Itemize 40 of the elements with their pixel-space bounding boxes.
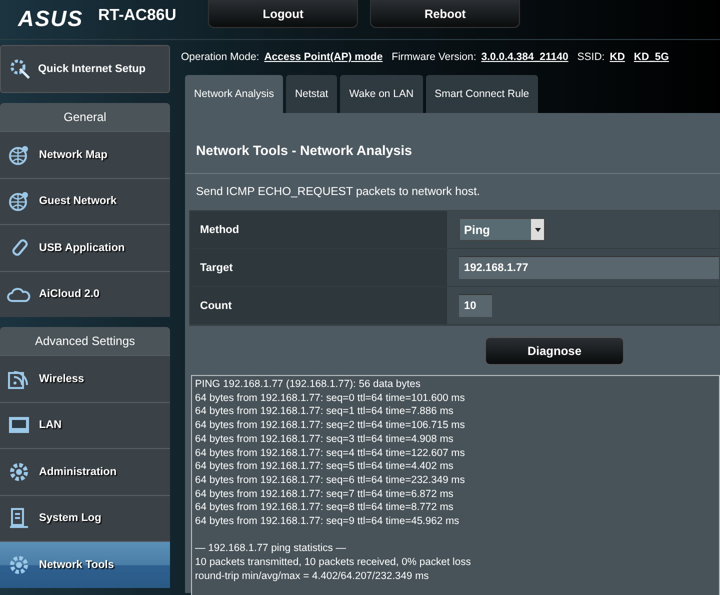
tab[interactable]: Wake on LAN	[340, 75, 423, 113]
model-name: RT-AC86U	[98, 7, 178, 25]
sidebar-item[interactable]: Guest Network	[0, 178, 170, 224]
sidebar-item[interactable]: Wireless	[0, 355, 170, 402]
tab[interactable]: Smart Connect Rule	[426, 75, 538, 113]
field-label: Target	[190, 249, 447, 286]
gear-wand-icon	[8, 57, 32, 81]
sidebar-item[interactable]: USB Application	[0, 224, 170, 270]
field-label: Count	[190, 287, 447, 324]
caret-icon	[534, 228, 540, 232]
output-log: PING 192.168.1.77 (192.168.1.77): 56 data bytes 64 bytes from 192.168.1.77: seq=0 ttl=64 time=101.600 ms 64 bytes from 192.168.1.77: seq=1 ttl=64 time=7.886 ms 64 bytes from 192.168.1.77: seq=2 ttl=64 time=106.715 ms 64 bytes from 192.168.1.77: seq=3 ttl=64 time=4.908 ms 64 bytes from 192.168.1.77: seq=4 ttl=64 time=122.607 ms 64 bytes from 192.168.1.77: seq=5 ttl=64 time=4.402 ms 64 bytes from 192.168.1.77: seq=6 ttl=64 time=232.349 ms 64 bytes from 192.168.1.77: seq=7 ttl=64 time=6.872 ms 64 bytes from 192.168.1.77: seq=8 ttl=64 time=8.772 ms 64 bytes from 192.168.1.77: seq=9 ttl=64 time=45.962 ms — 192.168.1.77 ping statistics — 10 packets transmitted, 10 packets received, 0% packet loss round-trip min/avg/max = 4.402/64.207/232.349 ms	[191, 375, 720, 595]
sidebar-item[interactable]: Administration	[0, 448, 170, 494]
menu-group-title: General	[0, 103, 170, 131]
tab[interactable]: Netstat	[286, 75, 338, 113]
ssid-link[interactable]: KD	[610, 51, 625, 63]
header-button[interactable]: Logout	[208, 0, 358, 28]
firmware-link[interactable]: 3.0.0.4.384_21140	[481, 51, 568, 63]
sidebar-item[interactable]: Network Tools	[0, 541, 170, 588]
operation-mode-link[interactable]: Access Point(AP) mode	[264, 51, 383, 63]
method-select[interactable]: Ping	[459, 218, 545, 241]
quick-setup-label: Quick Internet Setup	[38, 63, 146, 75]
quick-setup-button[interactable]: Quick Internet Setup	[0, 45, 170, 93]
tab[interactable]: Network Analysis	[185, 75, 283, 113]
globe-icon	[7, 189, 31, 214]
count-field[interactable]: 10	[459, 294, 492, 317]
ssid-link[interactable]: KD_5G	[634, 51, 669, 63]
brand-logo: ASUS	[18, 6, 84, 32]
menu-group-title: Advanced Settings	[0, 327, 170, 355]
info-label: Operation Mode:	[181, 51, 260, 63]
sidebar-item[interactable]: LAN	[0, 402, 170, 448]
diagnose-button[interactable]: Diagnose	[485, 337, 624, 365]
field-label: Method	[190, 211, 447, 248]
header-button[interactable]: Reboot	[370, 0, 520, 28]
info-label: SSID:	[577, 51, 605, 63]
sidebar-item[interactable]: AiCloud 2.0	[0, 270, 170, 317]
target-field[interactable]: 192.168.1.77	[459, 256, 719, 279]
panel-description: Send ICMP ECHO_REQUEST packets to network host.	[195, 186, 481, 198]
panel-title: Network Tools - Network Analysis	[185, 113, 720, 174]
sidebar-item[interactable]: Network Map	[0, 131, 170, 178]
info-label: Firmware Version:	[392, 51, 476, 63]
